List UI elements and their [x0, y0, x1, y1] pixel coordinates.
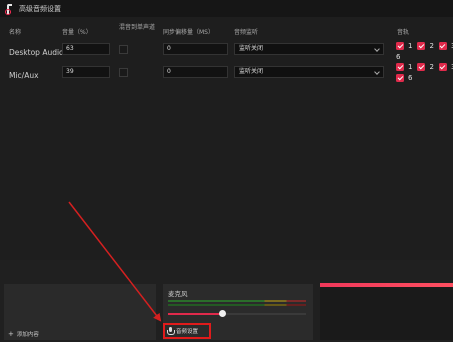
- app-root: 高级音频设置 名称 音量（%） 混音到单声道 同步偏移量（MS） 音频监听 音轨…: [0, 0, 453, 342]
- annotation-arrow: [68, 201, 162, 322]
